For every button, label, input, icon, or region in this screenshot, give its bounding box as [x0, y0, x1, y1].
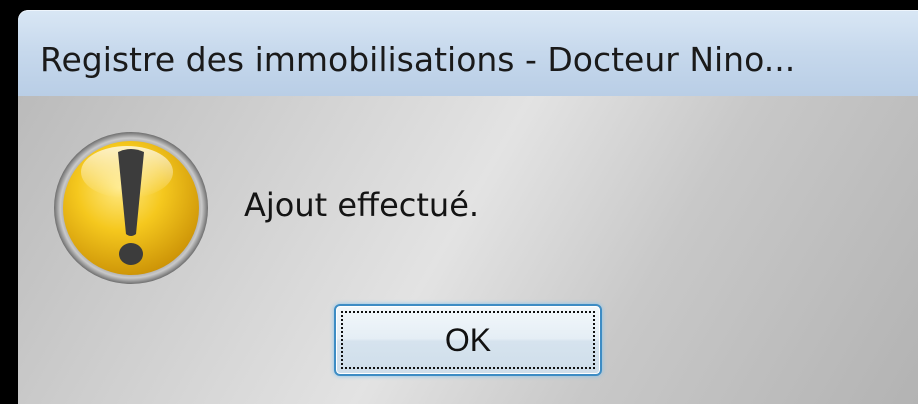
dialog-content: Ajout effectué. OK: [30, 96, 918, 404]
warning-icon: [54, 132, 208, 284]
message-dialog: Registre des immobilisations - Docteur N…: [18, 10, 918, 404]
title-bar[interactable]: Registre des immobilisations - Docteur N…: [18, 10, 918, 96]
focus-rectangle: OK: [341, 311, 595, 369]
ok-button-label: OK: [444, 321, 492, 358]
ok-button[interactable]: OK: [334, 304, 602, 376]
dialog-message: Ajout effectué.: [244, 186, 480, 224]
dialog-title: Registre des immobilisations - Docteur N…: [40, 40, 796, 79]
